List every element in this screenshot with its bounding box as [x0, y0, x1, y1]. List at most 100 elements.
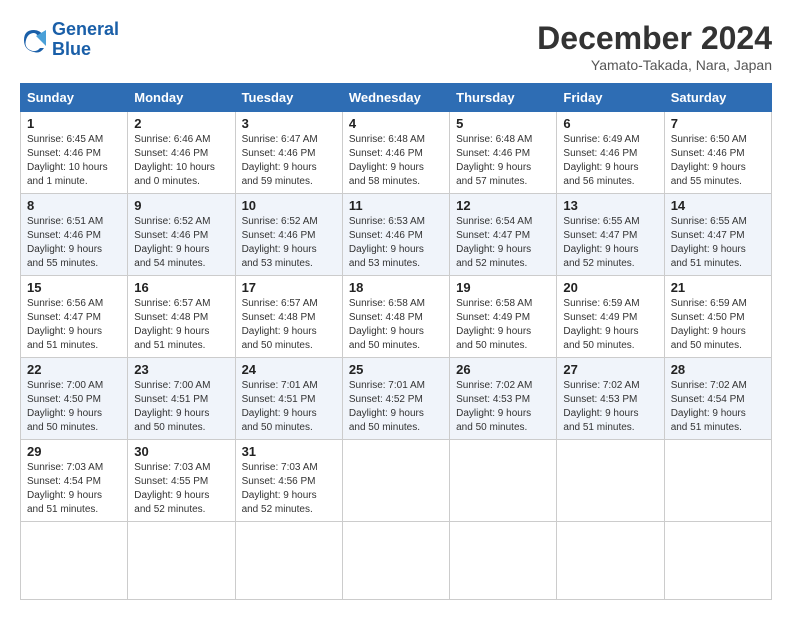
day-info: Sunrise: 7:02 AM Sunset: 4:53 PM Dayligh…	[456, 379, 550, 435]
day-info: Sunrise: 7:03 AM Sunset: 4:55 PM Dayligh…	[134, 461, 228, 517]
calendar-cell	[557, 522, 664, 600]
month-title: December 2024	[537, 20, 772, 57]
title-block: December 2024 Yamato-Takada, Nara, Japan	[537, 20, 772, 73]
calendar-cell: 28 Sunrise: 7:02 AM Sunset: 4:54 PM Dayli…	[664, 358, 771, 440]
calendar-cell: 6Sunrise: 6:49 AM Sunset: 4:46 PM Daylig…	[557, 112, 664, 194]
calendar-cell: 21Sunrise: 6:59 AM Sunset: 4:50 PM Dayli…	[664, 276, 771, 358]
calendar-row: 1 Sunrise: 6:45 AM Sunset: 4:46 PM Daylig…	[21, 112, 772, 194]
day-number: 17	[242, 280, 336, 295]
calendar-cell: 30 Sunrise: 7:03 AM Sunset: 4:55 PM Dayli…	[128, 440, 235, 522]
day-info: Sunrise: 6:52 AM Sunset: 4:46 PM Dayligh…	[242, 215, 336, 271]
page-header: General Blue December 2024 Yamato-Takada…	[20, 20, 772, 73]
logo: General Blue	[20, 20, 119, 60]
calendar-header-row: Sunday Monday Tuesday Wednesday Thursday…	[21, 84, 772, 112]
logo-icon	[20, 26, 48, 54]
calendar-cell: 12Sunrise: 6:54 AM Sunset: 4:47 PM Dayli…	[450, 194, 557, 276]
calendar-cell: 11 Sunrise: 6:53 AM Sunset: 4:46 PM Dayli…	[342, 194, 449, 276]
day-number: 13	[563, 198, 657, 213]
col-friday: Friday	[557, 84, 664, 112]
day-number: 25	[349, 362, 443, 377]
day-number: 4	[349, 116, 443, 131]
col-wednesday: Wednesday	[342, 84, 449, 112]
calendar-cell: 31 Sunrise: 7:03 AM Sunset: 4:56 PM Dayli…	[235, 440, 342, 522]
col-sunday: Sunday	[21, 84, 128, 112]
calendar-cell	[450, 522, 557, 600]
day-info: Sunrise: 6:47 AM Sunset: 4:46 PM Dayligh…	[242, 133, 336, 189]
calendar-cell	[557, 440, 664, 522]
calendar-cell: 15Sunrise: 6:56 AM Sunset: 4:47 PM Dayli…	[21, 276, 128, 358]
col-monday: Monday	[128, 84, 235, 112]
day-info: Sunrise: 6:45 AM Sunset: 4:46 PM Dayligh…	[27, 133, 121, 189]
calendar-cell: 18 Sunrise: 6:58 AM Sunset: 4:48 PM Dayli…	[342, 276, 449, 358]
calendar-cell: 24Sunrise: 7:01 AM Sunset: 4:51 PM Dayli…	[235, 358, 342, 440]
day-number: 30	[134, 444, 228, 459]
calendar-cell: 20Sunrise: 6:59 AM Sunset: 4:49 PM Dayli…	[557, 276, 664, 358]
day-info: Sunrise: 6:53 AM Sunset: 4:46 PM Dayligh…	[349, 215, 443, 271]
day-number: 3	[242, 116, 336, 131]
day-number: 22	[27, 362, 121, 377]
day-number: 26	[456, 362, 550, 377]
day-info: Sunrise: 6:55 AM Sunset: 4:47 PM Dayligh…	[563, 215, 657, 271]
day-info: Sunrise: 6:52 AM Sunset: 4:46 PM Dayligh…	[134, 215, 228, 271]
day-number: 20	[563, 280, 657, 295]
calendar-cell: 13 Sunrise: 6:55 AM Sunset: 4:47 PM Dayli…	[557, 194, 664, 276]
calendar-cell: 9 Sunrise: 6:52 AM Sunset: 4:46 PM Daylig…	[128, 194, 235, 276]
day-number: 1	[27, 116, 121, 131]
col-saturday: Saturday	[664, 84, 771, 112]
calendar-table: Sunday Monday Tuesday Wednesday Thursday…	[20, 83, 772, 600]
day-info: Sunrise: 6:51 AM Sunset: 4:46 PM Dayligh…	[27, 215, 121, 271]
calendar-cell: 22Sunrise: 7:00 AM Sunset: 4:50 PM Dayli…	[21, 358, 128, 440]
day-info: Sunrise: 6:57 AM Sunset: 4:48 PM Dayligh…	[242, 297, 336, 353]
day-info: Sunrise: 6:56 AM Sunset: 4:47 PM Dayligh…	[27, 297, 121, 353]
calendar-cell: 10Sunrise: 6:52 AM Sunset: 4:46 PM Dayli…	[235, 194, 342, 276]
calendar-cell: 3 Sunrise: 6:47 AM Sunset: 4:46 PM Daylig…	[235, 112, 342, 194]
day-info: Sunrise: 7:02 AM Sunset: 4:54 PM Dayligh…	[671, 379, 765, 435]
day-info: Sunrise: 6:58 AM Sunset: 4:48 PM Dayligh…	[349, 297, 443, 353]
calendar-cell: 19Sunrise: 6:58 AM Sunset: 4:49 PM Dayli…	[450, 276, 557, 358]
day-number: 8	[27, 198, 121, 213]
day-info: Sunrise: 6:48 AM Sunset: 4:46 PM Dayligh…	[349, 133, 443, 189]
calendar-row: 22Sunrise: 7:00 AM Sunset: 4:50 PM Dayli…	[21, 358, 772, 440]
day-number: 23	[134, 362, 228, 377]
day-number: 19	[456, 280, 550, 295]
day-number: 11	[349, 198, 443, 213]
logo-general: General	[52, 19, 119, 39]
day-info: Sunrise: 6:46 AM Sunset: 4:46 PM Dayligh…	[134, 133, 228, 189]
calendar-cell: 27Sunrise: 7:02 AM Sunset: 4:53 PM Dayli…	[557, 358, 664, 440]
calendar-cell	[450, 440, 557, 522]
calendar-row: 8 Sunrise: 6:51 AM Sunset: 4:46 PM Daylig…	[21, 194, 772, 276]
calendar-cell: 16Sunrise: 6:57 AM Sunset: 4:48 PM Dayli…	[128, 276, 235, 358]
calendar-row: 29Sunrise: 7:03 AM Sunset: 4:54 PM Dayli…	[21, 440, 772, 522]
day-number: 2	[134, 116, 228, 131]
day-info: Sunrise: 6:48 AM Sunset: 4:46 PM Dayligh…	[456, 133, 550, 189]
calendar-cell: 1 Sunrise: 6:45 AM Sunset: 4:46 PM Daylig…	[21, 112, 128, 194]
calendar-cell: 17 Sunrise: 6:57 AM Sunset: 4:48 PM Dayli…	[235, 276, 342, 358]
day-number: 29	[27, 444, 121, 459]
day-info: Sunrise: 7:00 AM Sunset: 4:51 PM Dayligh…	[134, 379, 228, 435]
calendar-cell	[128, 522, 235, 600]
col-thursday: Thursday	[450, 84, 557, 112]
day-number: 14	[671, 198, 765, 213]
day-number: 27	[563, 362, 657, 377]
calendar-cell: 7Sunrise: 6:50 AM Sunset: 4:46 PM Daylig…	[664, 112, 771, 194]
day-number: 31	[242, 444, 336, 459]
day-info: Sunrise: 6:49 AM Sunset: 4:46 PM Dayligh…	[563, 133, 657, 189]
calendar-cell: 29Sunrise: 7:03 AM Sunset: 4:54 PM Dayli…	[21, 440, 128, 522]
calendar-row: 15Sunrise: 6:56 AM Sunset: 4:47 PM Dayli…	[21, 276, 772, 358]
col-tuesday: Tuesday	[235, 84, 342, 112]
calendar-row	[21, 522, 772, 600]
calendar-cell: 8 Sunrise: 6:51 AM Sunset: 4:46 PM Daylig…	[21, 194, 128, 276]
day-number: 12	[456, 198, 550, 213]
calendar-cell: 2 Sunrise: 6:46 AM Sunset: 4:46 PM Daylig…	[128, 112, 235, 194]
calendar-cell	[21, 522, 128, 600]
day-number: 18	[349, 280, 443, 295]
logo-blue: Blue	[52, 39, 91, 59]
day-info: Sunrise: 6:57 AM Sunset: 4:48 PM Dayligh…	[134, 297, 228, 353]
calendar-cell: 23 Sunrise: 7:00 AM Sunset: 4:51 PM Dayli…	[128, 358, 235, 440]
calendar-cell: 26 Sunrise: 7:02 AM Sunset: 4:53 PM Dayli…	[450, 358, 557, 440]
calendar-cell: 14Sunrise: 6:55 AM Sunset: 4:47 PM Dayli…	[664, 194, 771, 276]
day-number: 9	[134, 198, 228, 213]
day-info: Sunrise: 7:03 AM Sunset: 4:56 PM Dayligh…	[242, 461, 336, 517]
day-number: 28	[671, 362, 765, 377]
day-info: Sunrise: 7:01 AM Sunset: 4:51 PM Dayligh…	[242, 379, 336, 435]
